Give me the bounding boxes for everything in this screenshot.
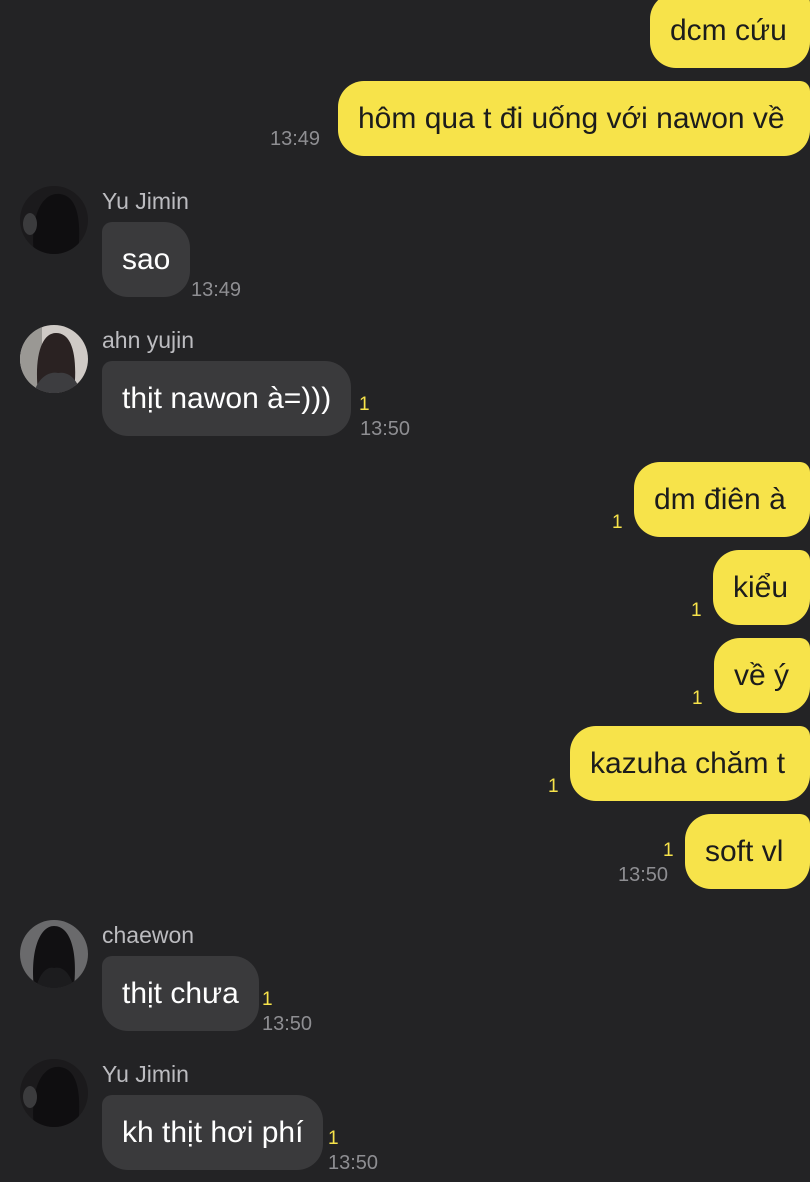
- chat-thread: dcm cứu hôm qua t đi uống với nawon về 1…: [0, 0, 810, 1182]
- avatar-yu-jimin[interactable]: [20, 186, 88, 254]
- outgoing-message-bubble[interactable]: dcm cứu: [650, 0, 810, 68]
- outgoing-message-bubble[interactable]: kiểu: [713, 550, 810, 625]
- unread-count: 1: [328, 1128, 339, 1149]
- message-timestamp: 13:50: [328, 1152, 379, 1174]
- unread-count: 1: [612, 512, 623, 533]
- outgoing-message-bubble[interactable]: hôm qua t đi uống với nawon về: [338, 81, 810, 156]
- unread-count: 1: [262, 989, 273, 1010]
- message-timestamp: 13:50: [618, 864, 669, 886]
- unread-count: 1: [663, 840, 674, 861]
- avatar-photo-icon: [20, 920, 88, 988]
- avatar-yu-jimin[interactable]: [20, 1059, 88, 1127]
- outgoing-message-bubble[interactable]: kazuha chăm t: [570, 726, 810, 801]
- outgoing-message-bubble[interactable]: dm điên à: [634, 462, 810, 537]
- sender-name: chaewon: [102, 922, 195, 948]
- sender-name: Yu Jimin: [102, 1061, 189, 1087]
- message-timestamp: 13:49: [270, 128, 321, 150]
- sender-name: Yu Jimin: [102, 188, 189, 214]
- avatar-chaewon[interactable]: [20, 920, 88, 988]
- avatar-photo-icon: [20, 1059, 88, 1127]
- message-timestamp: 13:50: [360, 418, 411, 440]
- unread-count: 1: [359, 394, 370, 415]
- incoming-message-bubble[interactable]: sao: [102, 222, 191, 297]
- unread-count: 1: [691, 600, 702, 621]
- outgoing-message-bubble[interactable]: soft vl: [685, 814, 810, 889]
- message-timestamp: 13:49: [191, 279, 242, 301]
- avatar-ahn-yujin[interactable]: [20, 325, 88, 393]
- sender-name: ahn yujin: [102, 327, 195, 353]
- unread-count: 1: [692, 688, 703, 709]
- avatar-photo-icon: [20, 325, 88, 393]
- incoming-message-bubble[interactable]: thịt nawon à=))): [102, 361, 352, 436]
- unread-count: 1: [548, 776, 559, 797]
- outgoing-message-bubble[interactable]: về ý: [714, 638, 810, 713]
- avatar-photo-icon: [20, 186, 88, 254]
- incoming-message-bubble[interactable]: thịt chưa: [102, 956, 259, 1031]
- incoming-message-bubble[interactable]: kh thịt hơi phí: [102, 1095, 324, 1170]
- message-timestamp: 13:50: [262, 1013, 313, 1035]
